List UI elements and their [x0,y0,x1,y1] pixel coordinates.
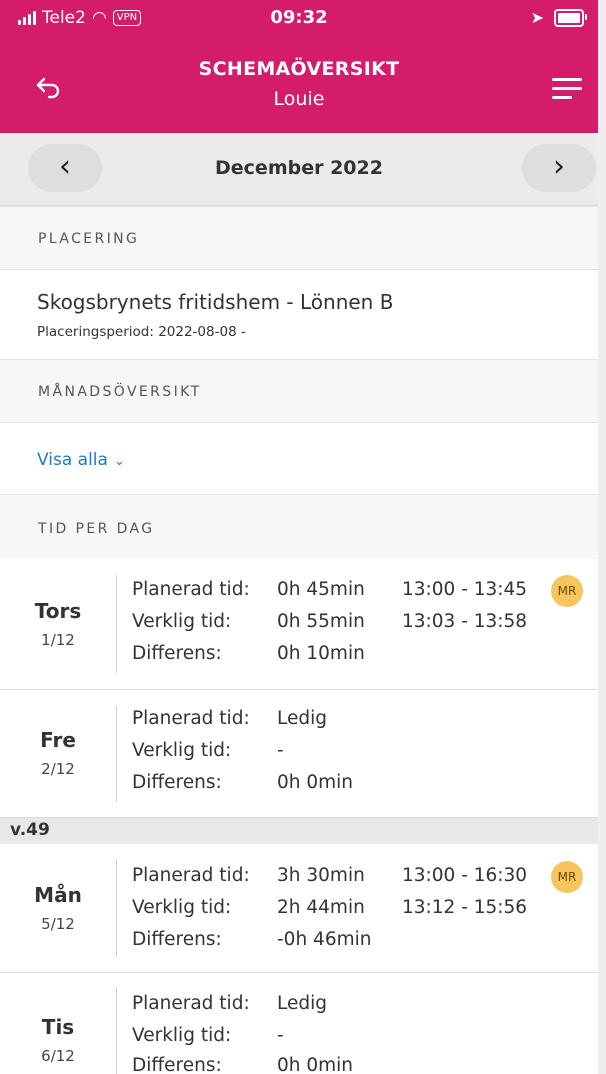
actual-duration: - [277,740,284,761]
day-date: 1/12 [41,631,75,649]
planned-duration: Ledig [277,708,327,729]
actual-range: 13:03 - 13:58 [402,611,528,632]
actual-duration: 0h 55min [277,611,365,632]
hamburger-menu-icon [552,78,582,81]
app-header: Tele2 ◠ VPN 09:32 ➤ SCHEMAÖVERSIKT Louie [0,0,598,133]
month-navigation: ‹ December 2022 › [0,133,598,206]
section-header-month-overview: MÅNADSÖVERSIKT [0,359,598,423]
diff-label: Differens: [132,772,222,793]
status-right: ➤ [530,8,587,27]
menu-line [552,96,572,99]
day-date: 5/12 [41,915,75,933]
day-row[interactable]: Mån 5/12 Planerad tid: 3h 30min 13:00 - … [0,845,598,973]
divider [116,575,117,673]
day-date: 6/12 [41,1047,75,1065]
divider [116,987,117,1074]
initials-badge: MR [551,861,583,893]
actual-range: 13:12 - 15:56 [402,897,528,918]
divider [116,706,117,802]
section-header-time-per-day: TID PER DAG [0,494,598,560]
section-header-placement: PLACERING [0,206,598,270]
day-name: Mån [34,883,82,907]
planned-range: 13:00 - 16:30 [402,865,528,886]
status-time: 09:32 [270,7,328,28]
section-title: TID PER DAG [38,521,155,537]
placement-name: Skogsbrynets fritidshem - Lönnen B [37,290,394,314]
placement-period: Placeringsperiod: 2022-08-08 - [37,324,246,340]
actual-label: Verklig tid: [132,1025,232,1046]
side-strip [598,0,606,1074]
actual-label: Verklig tid: [132,611,232,632]
planned-label: Planerad tid: [132,708,250,729]
battery-icon [554,8,587,27]
actual-duration: 2h 44min [277,897,365,918]
status-bar: Tele2 ◠ VPN 09:32 ➤ [0,0,598,36]
section-title: MÅNADSÖVERSIKT [38,384,202,400]
actual-label: Verklig tid: [132,740,232,761]
planned-label: Planerad tid: [132,865,250,886]
initials-badge: MR [551,575,583,607]
week-separator: v.49 [0,818,598,844]
day-name: Fre [40,728,76,752]
chevron-down-icon: ⌄ [113,454,125,469]
next-month-button[interactable]: › [522,144,596,192]
day-name: Tors [34,599,82,623]
planned-duration: Ledig [277,993,327,1014]
chevron-right-icon: › [553,149,565,184]
show-all-link[interactable]: Visa alla ⌄ [37,450,125,470]
day-row[interactable]: Tis 6/12 Planerad tid: Ledig Verklig tid… [0,973,598,1074]
planned-duration: 3h 30min [277,865,365,886]
diff-value: 0h 10min [277,643,365,664]
month-label: December 2022 [215,157,383,179]
page-subtitle: Louie [273,88,325,110]
location-arrow-icon: ➤ [530,8,544,27]
diff-label: Differens: [132,643,222,664]
divider [116,859,117,957]
planned-label: Planerad tid: [132,579,250,600]
day-row[interactable]: Tors 1/12 Planerad tid: 0h 45min 13:00 -… [0,559,598,690]
menu-button[interactable] [552,78,582,102]
actual-duration: - [277,1025,284,1046]
day-name: Tis [41,1015,75,1039]
section-title: PLACERING [38,231,140,247]
diff-value: -0h 46min [277,929,372,950]
planned-range: 13:00 - 13:45 [402,579,528,600]
planned-duration: 0h 45min [277,579,365,600]
diff-label: Differens: [132,1055,222,1074]
diff-value: 0h 0min [277,772,354,793]
diff-label: Differens: [132,929,222,950]
menu-line [552,87,582,90]
planned-label: Planerad tid: [132,993,250,1014]
page-title: SCHEMAÖVERSIKT [198,58,400,80]
diff-value: 0h 0min [277,1055,354,1074]
actual-label: Verklig tid: [132,897,232,918]
app-screen: Tele2 ◠ VPN 09:32 ➤ SCHEMAÖVERSIKT Louie… [0,0,606,1074]
day-date: 2/12 [41,760,75,778]
show-all-label: Visa alla [37,450,108,470]
day-row[interactable]: Fre 2/12 Planerad tid: Ledig Verklig tid… [0,690,598,818]
week-label: v.49 [10,820,50,840]
